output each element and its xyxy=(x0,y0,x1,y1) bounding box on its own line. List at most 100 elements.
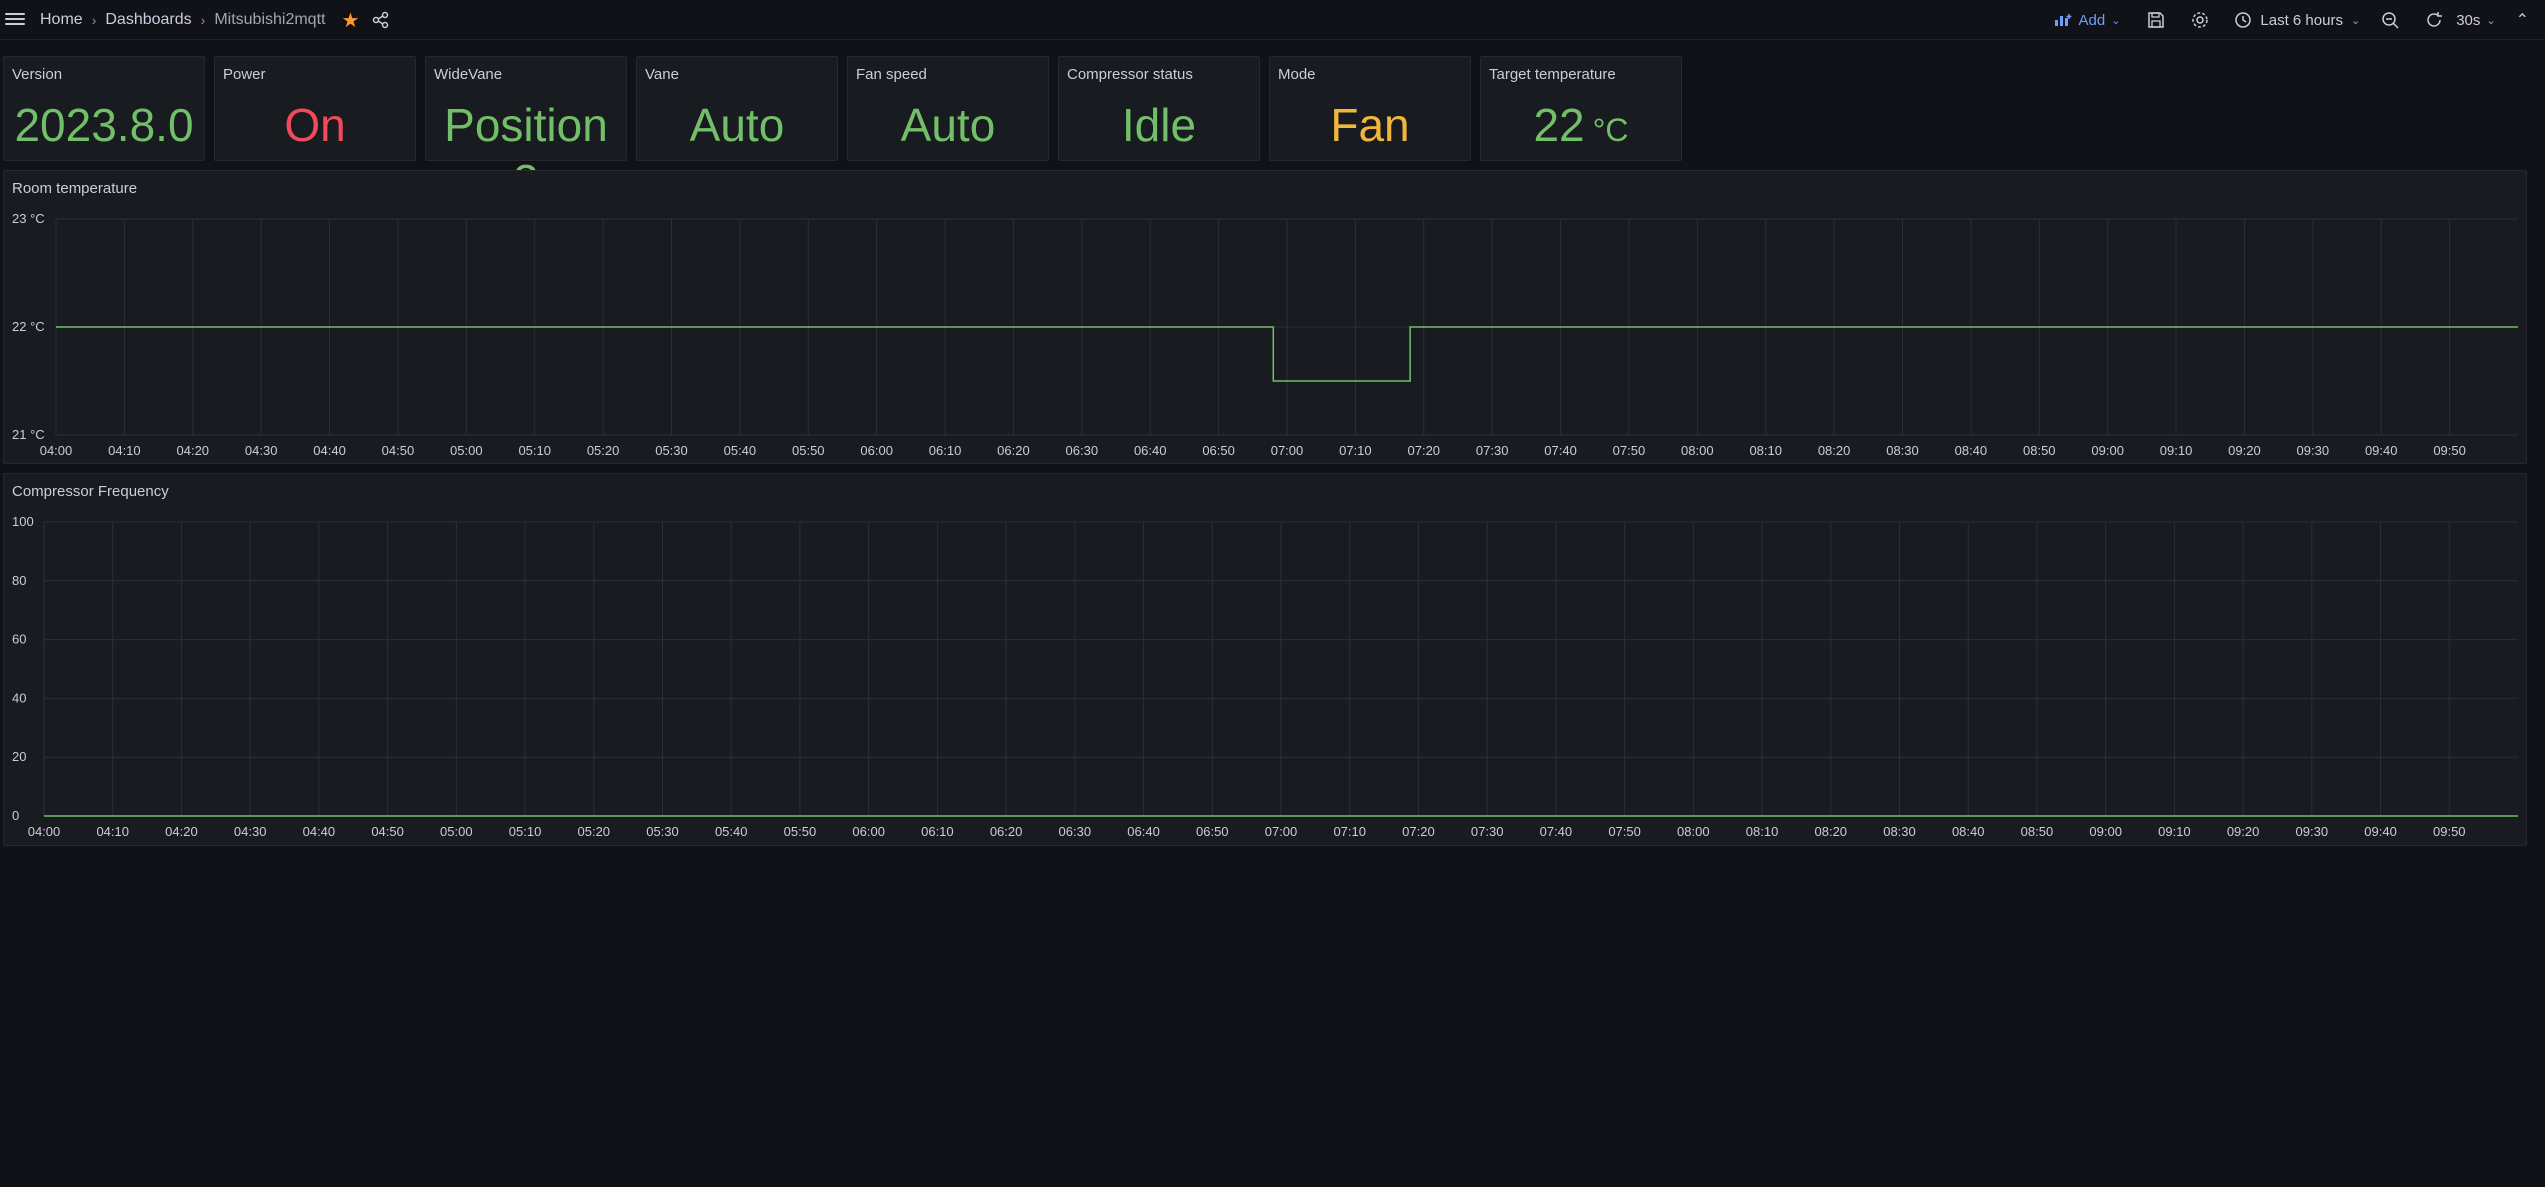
toolbar: Add ⌄ Last 6 hours ⌄ 30s ⌄ ⌃ xyxy=(2054,0,2545,40)
x-tick-label: 08:40 xyxy=(1955,443,1988,458)
panel-title: Mode xyxy=(1278,66,1316,83)
panel-title: Power xyxy=(223,66,266,83)
time-range-picker[interactable]: Last 6 hours ⌄ xyxy=(2234,11,2360,29)
x-tick-label: 06:00 xyxy=(852,824,885,839)
x-tick-label: 09:40 xyxy=(2365,443,2398,458)
x-tick-label: 09:10 xyxy=(2160,443,2193,458)
breadcrumb: Home › Dashboards › Mitsubishi2mqtt ★ xyxy=(40,0,391,40)
x-tick-label: 04:20 xyxy=(165,824,198,839)
x-tick-label: 04:50 xyxy=(382,443,415,458)
x-tick-label: 05:50 xyxy=(784,824,817,839)
x-tick-label: 05:20 xyxy=(587,443,620,458)
x-tick-label: 04:20 xyxy=(177,443,210,458)
y-tick-label: 20 xyxy=(12,749,26,764)
add-button-label: Add xyxy=(2078,11,2106,29)
stat-panel-version[interactable]: Version 2023.8.0 xyxy=(3,56,205,161)
time-range-label: Last 6 hours xyxy=(2260,11,2343,29)
stat-unit: °C xyxy=(1592,112,1629,148)
refresh-icon[interactable] xyxy=(2424,10,2444,30)
panel-title: Compressor status xyxy=(1067,66,1193,83)
x-tick-label: 09:50 xyxy=(2433,443,2466,458)
x-tick-label: 06:50 xyxy=(1202,443,1235,458)
stat-panel-compressor-status[interactable]: Compressor status Idle xyxy=(1058,56,1260,161)
stat-panel-mode[interactable]: Mode Fan xyxy=(1269,56,1471,161)
compressor-frequency-chart: 0 20 40 60 80 100 04:00 04:10 04:20 04:30 04:40 04:… xyxy=(12,514,2518,839)
star-icon[interactable]: ★ xyxy=(341,8,359,33)
room-temperature-panel[interactable]: Room temperature 21 °C 22 °C 23 °C 04:00 04:… xyxy=(3,170,2527,464)
zoom-out-icon[interactable] xyxy=(2380,10,2400,30)
panel-title: WideVane xyxy=(434,66,503,83)
x-tick-label: 08:00 xyxy=(1677,824,1710,839)
x-tick-label: 09:10 xyxy=(2158,824,2191,839)
x-tick-label: 07:50 xyxy=(1608,824,1641,839)
stat-value: 22 xyxy=(1533,99,1585,151)
y-tick-label: 21 °C xyxy=(12,427,45,442)
clock-icon xyxy=(2235,12,2252,28)
stat-value: Fan xyxy=(1330,99,1410,151)
x-tick-label: 07:40 xyxy=(1540,824,1573,839)
panel-title: Version xyxy=(12,66,63,83)
share-icon[interactable] xyxy=(371,10,391,30)
breadcrumb-dashboard-title: Mitsubishi2mqtt xyxy=(214,11,326,28)
x-tick-label: 09:40 xyxy=(2364,824,2397,839)
stat-panel-fan-speed[interactable]: Fan speed Auto xyxy=(847,56,1049,161)
x-tick-label: 09:00 xyxy=(2091,443,2124,458)
stat-value: Idle xyxy=(1121,99,1197,151)
chevron-right-icon: › xyxy=(91,12,97,28)
stat-panel-power[interactable]: Power On xyxy=(214,56,416,161)
chevron-down-icon: ⌄ xyxy=(2350,14,2361,27)
x-tick-label: 08:40 xyxy=(1952,824,1985,839)
x-tick-label: 08:10 xyxy=(1749,443,1782,458)
x-tick-label: 07:50 xyxy=(1613,443,1646,458)
x-tick-label: 07:40 xyxy=(1544,443,1577,458)
x-tick-label: 09:30 xyxy=(2297,443,2330,458)
stat-panel-vane[interactable]: Vane Auto xyxy=(636,56,838,161)
breadcrumb-dashboards[interactable]: Dashboards xyxy=(105,11,191,29)
stat-value: 2023.8.0 xyxy=(14,99,194,151)
x-tick-label: 07:20 xyxy=(1402,824,1435,839)
stat-value-container: 22 °C xyxy=(1481,97,1681,158)
x-tick-label: 07:00 xyxy=(1271,443,1304,458)
x-tick-label: 07:20 xyxy=(1408,443,1441,458)
menu-icon[interactable] xyxy=(5,10,25,28)
x-tick-label: 08:10 xyxy=(1746,824,1779,839)
top-navbar: Home › Dashboards › Mitsubishi2mqtt ★ Ad… xyxy=(0,0,2545,40)
x-tick-label: 04:30 xyxy=(245,443,278,458)
x-tick-label: 08:20 xyxy=(1818,443,1851,458)
x-tick-label: 08:30 xyxy=(1883,824,1916,839)
x-tick-label: 07:10 xyxy=(1339,443,1372,458)
stat-panel-target-temperature[interactable]: Target temperature 22 °C xyxy=(1480,56,1682,161)
chevron-up-icon[interactable]: ⌃ xyxy=(2516,10,2529,30)
x-tick-label: 05:30 xyxy=(655,443,688,458)
y-tick-label: 22 °C xyxy=(12,319,45,334)
x-tick-label: 05:10 xyxy=(518,443,551,458)
y-tick-label: 40 xyxy=(12,690,26,705)
add-panel-icon xyxy=(2055,14,2072,26)
x-tick-label: 09:00 xyxy=(2089,824,2122,839)
x-tick-label: 06:10 xyxy=(929,443,962,458)
panel-title: Fan speed xyxy=(856,66,927,83)
gear-icon[interactable] xyxy=(2190,10,2210,30)
x-tick-label: 05:00 xyxy=(440,824,473,839)
x-tick-label: 04:30 xyxy=(234,824,267,839)
refresh-interval-picker[interactable]: 30s ⌄ xyxy=(2456,12,2495,29)
breadcrumb-home[interactable]: Home xyxy=(40,11,83,29)
save-icon[interactable] xyxy=(2146,10,2166,30)
x-tick-label: 06:50 xyxy=(1196,824,1229,839)
add-button[interactable]: Add ⌄ xyxy=(2054,12,2120,29)
compressor-frequency-panel[interactable]: Compressor Frequency 0 20 40 60 80 100 04:00 04… xyxy=(3,473,2527,846)
x-tick-label: 06:30 xyxy=(1059,824,1092,839)
x-tick-label: 07:10 xyxy=(1333,824,1366,839)
x-tick-label: 09:20 xyxy=(2227,824,2260,839)
x-tick-label: 08:20 xyxy=(1815,824,1848,839)
chevron-down-icon: ⌄ xyxy=(2486,14,2496,27)
stat-value: On xyxy=(284,99,346,151)
y-tick-label: 80 xyxy=(12,573,26,588)
x-tick-label: 07:30 xyxy=(1471,824,1504,839)
stat-panel-widevane[interactable]: WideVane Position 3 xyxy=(425,56,627,207)
x-tick-label: 09:50 xyxy=(2433,824,2466,839)
x-tick-label: 07:30 xyxy=(1476,443,1509,458)
room-temperature-chart: 21 °C 22 °C 23 °C 04:00 04:10 04:20 04:30 04:40… xyxy=(12,211,2518,458)
x-tick-label: 06:20 xyxy=(997,443,1030,458)
y-tick-label: 23 °C xyxy=(12,211,45,226)
